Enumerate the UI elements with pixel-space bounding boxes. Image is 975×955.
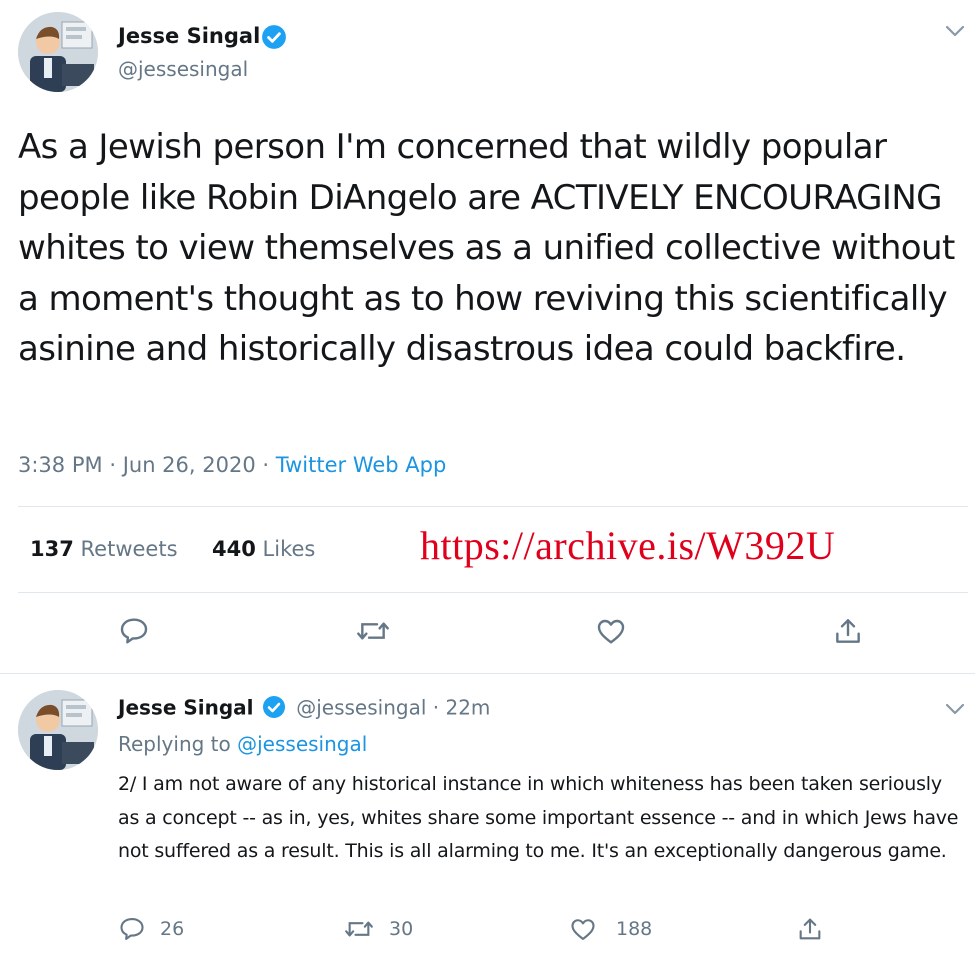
- reply-icon: [120, 918, 144, 940]
- reply-time[interactable]: 22m: [445, 696, 490, 720]
- reply-count: 26: [160, 918, 185, 940]
- divider: [0, 673, 975, 674]
- reply-action[interactable]: 26: [118, 915, 184, 943]
- like-action[interactable]: 188: [568, 915, 652, 943]
- tweet-text: As a Jewish person I'm concerned that wi…: [18, 127, 955, 369]
- reply-avatar[interactable]: [18, 690, 98, 770]
- like-count: 188: [616, 918, 653, 940]
- divider: [18, 592, 968, 593]
- retweet-icon: [345, 921, 373, 937]
- retweets-count: 137: [30, 537, 74, 561]
- reply-icon[interactable]: [118, 615, 150, 647]
- replying-to-handle[interactable]: @jessesingal: [237, 732, 367, 756]
- likes-count: 440: [212, 537, 256, 561]
- replying-to: Replying to @jessesingal: [118, 732, 367, 756]
- tweet-date[interactable]: Jun 26, 2020: [123, 453, 256, 477]
- likes-stat[interactable]: 440 Likes: [212, 537, 315, 561]
- author-handle[interactable]: @jessesingal: [118, 57, 248, 81]
- retweet-icon[interactable]: [355, 615, 391, 647]
- verified-badge-icon: [262, 25, 286, 49]
- tweet-meta: 3:38 PM · Jun 26, 2020 · Twitter Web App: [18, 453, 446, 477]
- share-icon[interactable]: [796, 915, 824, 943]
- retweets-stat[interactable]: 137 Retweets: [30, 537, 178, 561]
- retweets-label: Retweets: [80, 537, 178, 561]
- meta-separator: ·: [262, 453, 270, 477]
- likes-label: Likes: [262, 537, 316, 561]
- retweet-count: 30: [389, 918, 414, 940]
- like-icon: [571, 919, 595, 940]
- tweet-client-link[interactable]: Twitter Web App: [276, 453, 447, 477]
- divider: [18, 506, 968, 507]
- avatar-illustration: [18, 690, 98, 770]
- reply-separator: ·: [432, 695, 440, 720]
- share-icon[interactable]: [832, 615, 864, 647]
- reply-header: Jesse Singal @jessesingal · 22m: [118, 695, 490, 723]
- tweet-time[interactable]: 3:38 PM: [18, 453, 103, 477]
- chevron-down-icon[interactable]: [944, 702, 966, 716]
- like-icon[interactable]: [594, 615, 628, 647]
- meta-separator: ·: [109, 453, 116, 477]
- reply-author-handle[interactable]: @jessesingal: [296, 696, 426, 720]
- verified-badge-icon: [262, 696, 285, 718]
- author-name[interactable]: Jesse Singal: [118, 24, 260, 48]
- retweet-action[interactable]: 30: [343, 915, 413, 943]
- avatar-illustration: [18, 12, 98, 92]
- chevron-down-icon[interactable]: [944, 24, 966, 38]
- replying-to-label: Replying to: [118, 732, 231, 756]
- archive-link-annotation: https://archive.is/W392U: [420, 523, 836, 568]
- reply-author-name[interactable]: Jesse Singal: [118, 696, 254, 720]
- avatar[interactable]: [18, 12, 98, 92]
- reply-text: 2/ I am not aware of any historical inst…: [118, 773, 959, 862]
